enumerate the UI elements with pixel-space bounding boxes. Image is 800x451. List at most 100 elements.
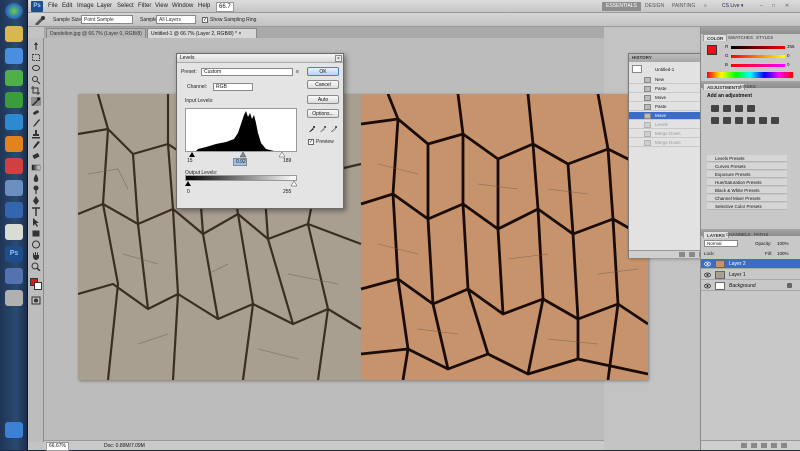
channel-select[interactable]: RGB xyxy=(213,83,253,91)
messenger-icon[interactable] xyxy=(5,114,23,130)
workspace-design[interactable]: DESIGN xyxy=(641,2,668,11)
opacity-value[interactable]: 100% xyxy=(777,241,789,246)
input-white-field[interactable]: 189 xyxy=(281,158,299,166)
tab-swatches[interactable]: SWATCHES xyxy=(725,34,756,41)
fill-value[interactable]: 100% xyxy=(777,251,789,256)
ie-icon[interactable] xyxy=(5,48,23,64)
hand-tool-icon[interactable] xyxy=(31,251,41,260)
move-tool-icon[interactable] xyxy=(31,42,41,51)
app-icon-5[interactable] xyxy=(5,290,23,306)
shape-tool-icon[interactable] xyxy=(31,229,41,238)
app-icon-4[interactable] xyxy=(5,268,23,284)
output-sliders[interactable] xyxy=(185,181,297,187)
preset-select[interactable]: Custom xyxy=(201,68,293,76)
media-icon[interactable] xyxy=(5,158,23,174)
tab-channels[interactable]: CHANNELS xyxy=(723,231,754,238)
photoshop-taskbar-icon[interactable]: Ps xyxy=(5,246,23,262)
zoom-field[interactable]: 66.7 xyxy=(216,2,234,12)
menu-filter[interactable]: Filter xyxy=(138,3,151,9)
output-black-field[interactable]: 0 xyxy=(185,189,203,197)
layer-row[interactable]: Background xyxy=(701,281,800,291)
workspace-more-icon[interactable]: » xyxy=(700,2,711,11)
app-icon[interactable] xyxy=(5,70,23,86)
preset-hue-saturation[interactable]: Hue/Saturation Presets xyxy=(707,179,787,186)
brush-tool-icon[interactable] xyxy=(31,119,41,128)
quick-selection-tool-icon[interactable] xyxy=(31,75,41,84)
preset-exposure[interactable]: Exposure Presets xyxy=(707,171,787,178)
pen-tool-icon[interactable] xyxy=(31,196,41,205)
menu-layer[interactable]: Layer xyxy=(97,3,112,9)
new-group-icon[interactable] xyxy=(761,443,767,448)
input-gamma-field[interactable]: 0.92 xyxy=(233,158,247,166)
white-point-eyedropper-icon[interactable] xyxy=(331,126,337,132)
output-white-field[interactable]: 255 xyxy=(281,189,299,197)
tab-styles[interactable]: STYLES xyxy=(753,34,776,41)
auto-button[interactable]: Auto xyxy=(307,95,339,104)
crop-tool-icon[interactable] xyxy=(31,86,41,95)
show-ring-checkbox[interactable]: ✓ xyxy=(202,17,208,23)
layer-row[interactable]: Layer 1 xyxy=(701,270,800,280)
options-button[interactable]: Options... xyxy=(307,109,339,118)
layer-row-selected[interactable]: Layer 2 xyxy=(701,259,800,269)
word-icon[interactable] xyxy=(5,180,23,196)
start-button-icon[interactable] xyxy=(5,3,23,19)
gradient-tool-icon[interactable] xyxy=(31,163,41,172)
cs-live-button[interactable]: CS Live ▾ xyxy=(718,2,747,11)
eye-icon[interactable] xyxy=(704,272,711,278)
sample-size-select[interactable]: Point Sample xyxy=(81,15,133,24)
eye-icon[interactable] xyxy=(704,261,711,267)
tab-paths[interactable]: PATHS xyxy=(751,231,771,238)
menu-select[interactable]: Select xyxy=(117,3,134,9)
new-document-icon[interactable] xyxy=(679,252,685,257)
black-point-eyedropper-icon[interactable] xyxy=(309,126,315,132)
clone-stamp-tool-icon[interactable] xyxy=(31,130,41,139)
folder-icon[interactable] xyxy=(5,26,23,42)
sample-select[interactable]: All Layers xyxy=(156,15,196,24)
gray-point-eyedropper-icon[interactable] xyxy=(320,126,326,132)
preset-channel-mixer[interactable]: Channel Mixer Presets xyxy=(707,195,787,202)
eraser-tool-icon[interactable] xyxy=(31,152,41,161)
healing-brush-tool-icon[interactable] xyxy=(31,108,41,117)
vlc-icon[interactable] xyxy=(5,136,23,152)
marquee-tool-icon[interactable] xyxy=(31,53,41,62)
layer-fx-icon[interactable] xyxy=(741,443,747,448)
tab-untitled-1[interactable]: Untitled-1 @ 66.7% (Layer 2, RGB/8) * × xyxy=(147,28,257,38)
document-canvas[interactable] xyxy=(78,94,648,380)
ok-button[interactable]: OK xyxy=(307,67,339,76)
preset-levels[interactable]: Levels Presets xyxy=(707,155,787,162)
dodge-tool-icon[interactable] xyxy=(31,185,41,194)
fg-color-chip[interactable] xyxy=(707,45,717,55)
eyedropper-tool-icon-active[interactable] xyxy=(31,97,41,106)
minimize-button[interactable]: – xyxy=(756,2,767,11)
cancel-button[interactable]: Cancel xyxy=(307,80,339,89)
quick-mask-icon[interactable] xyxy=(31,296,41,305)
menu-window[interactable]: Window xyxy=(172,3,193,9)
app-icon-3[interactable] xyxy=(5,224,23,240)
levels-close-icon[interactable]: × xyxy=(335,55,342,62)
color-ramp[interactable] xyxy=(707,72,793,78)
color-b-value[interactable]: 0 xyxy=(787,62,790,67)
app-icon-2[interactable] xyxy=(5,202,23,218)
levels-title[interactable]: Levels xyxy=(177,54,343,63)
workspace-essentials[interactable]: ESSENTIALS xyxy=(602,2,641,11)
path-selection-tool-icon[interactable] xyxy=(31,218,41,227)
input-black-field[interactable]: 15 xyxy=(185,158,203,166)
3d-rotate-tool-icon[interactable] xyxy=(31,240,41,249)
preview-checkbox[interactable]: ✓ xyxy=(308,139,314,145)
tab-color[interactable]: COLOR xyxy=(703,34,728,41)
blue-slider[interactable] xyxy=(731,64,785,67)
tab-dandelion[interactable]: Dandelion.jpg @ 66.7% (Layer 0, RGB/8) × xyxy=(46,28,146,47)
blend-mode-select[interactable]: Normal xyxy=(704,240,738,247)
delete-layer-icon[interactable] xyxy=(781,443,787,448)
layer-mask-icon[interactable] xyxy=(751,443,757,448)
menu-help[interactable]: Help xyxy=(198,3,210,9)
close-button[interactable]: ✕ xyxy=(781,2,793,11)
background-color-swatch[interactable] xyxy=(34,282,42,290)
workspace-painting[interactable]: PAINTING xyxy=(668,2,699,11)
menu-image[interactable]: Image xyxy=(77,3,94,9)
eye-icon[interactable] xyxy=(704,283,711,289)
snapshot-label[interactable]: Untitled-1 xyxy=(655,67,674,72)
new-layer-icon[interactable] xyxy=(771,443,777,448)
tab-masks[interactable]: MASKS xyxy=(737,83,759,90)
lasso-tool-icon[interactable] xyxy=(31,64,41,73)
